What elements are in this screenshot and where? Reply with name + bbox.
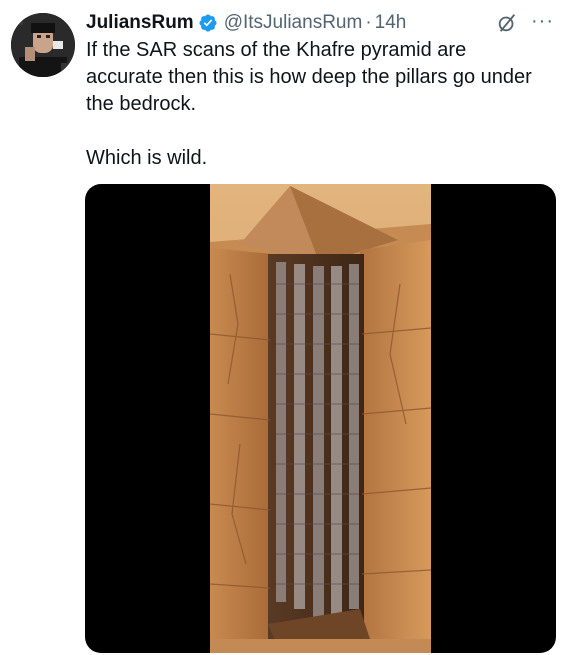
more-options-icon[interactable]: ···: [531, 11, 554, 31]
tweet-text: If the SAR scans of the Khafre pyramid a…: [86, 39, 532, 169]
avatar[interactable]: [11, 13, 75, 77]
display-name[interactable]: JuliansRum: [86, 12, 194, 34]
tweet-header: JuliansRum @ItsJuliansRum · 14h ···: [86, 10, 554, 36]
avatar-image: [11, 13, 75, 77]
grok-icon[interactable]: [496, 12, 518, 34]
verified-badge-icon: [198, 13, 218, 33]
author-handle[interactable]: @ItsJuliansRum: [224, 12, 363, 34]
timestamp[interactable]: 14h: [375, 12, 407, 34]
tweet-media[interactable]: [85, 184, 556, 653]
separator-dot: ·: [365, 12, 372, 33]
pyramid-cross-section-image: [210, 184, 431, 653]
